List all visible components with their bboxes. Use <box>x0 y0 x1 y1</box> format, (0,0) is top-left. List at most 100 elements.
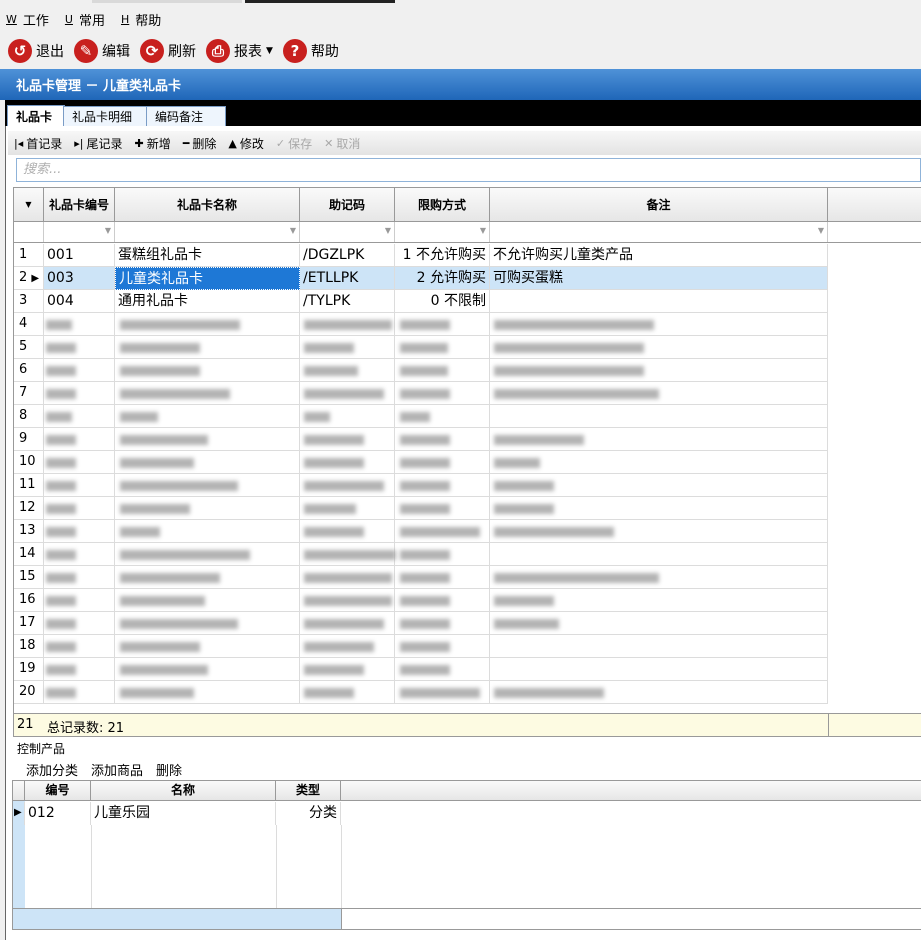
cell-obscured[interactable] <box>490 635 828 658</box>
filter-limit[interactable]: ▼ <box>395 222 490 242</box>
blur-mask <box>494 481 554 491</box>
edit-button[interactable]: ✎ 编辑 <box>74 39 130 63</box>
accel-key: U <box>64 12 73 26</box>
sub-header-name[interactable]: 名称 <box>91 781 276 801</box>
cell-limit[interactable]: 1 不允许购买 <box>395 244 490 267</box>
sub-grid-footer <box>13 908 921 929</box>
table-row-obscured[interactable]: 11 <box>14 474 921 497</box>
last-label: 尾记录 <box>86 136 123 151</box>
menu-help[interactable]: H 帮助 <box>121 10 161 29</box>
footer-count-number: 21 <box>17 717 34 732</box>
table-row-obscured[interactable]: 13 <box>14 520 921 543</box>
table-row-obscured[interactable]: 17 <box>14 612 921 635</box>
table-row-obscured[interactable]: 15 <box>14 566 921 589</box>
exit-button[interactable]: ↺ 退出 <box>8 39 64 63</box>
table-row[interactable]: 1 001 蛋糕组礼品卡 /DGZLPK 1 不允许购买 不允许购买儿童类产品 <box>14 244 921 267</box>
filter-note[interactable]: ▼ <box>490 222 828 242</box>
cell-obscured[interactable] <box>490 405 828 428</box>
table-row-obscured[interactable]: 5 <box>14 336 921 359</box>
table-row[interactable]: ▶ 012 儿童乐园 分类 <box>13 802 921 825</box>
report-button[interactable]: ⎙ 报表 ▼ <box>206 39 273 63</box>
table-row-obscured[interactable]: 14 <box>14 543 921 566</box>
blur-mask <box>494 435 584 445</box>
header-code[interactable]: 礼品卡编号 <box>44 188 115 222</box>
cell-mnemonic[interactable]: /TYLPK <box>300 290 395 313</box>
cell-name[interactable]: 蛋糕组礼品卡 <box>115 244 300 267</box>
modify-button[interactable]: ▲ 修改 <box>228 135 263 152</box>
filter-mnemonic[interactable]: ▼ <box>300 222 395 242</box>
add-product-button[interactable]: 添加商品 <box>91 760 143 779</box>
cell-note[interactable]: 可购买蛋糕 <box>490 267 828 290</box>
cell-limit[interactable]: 0 不限制 <box>395 290 490 313</box>
row-number: 13 <box>14 520 44 543</box>
filter-code[interactable]: ▼ <box>44 222 115 242</box>
header-limit[interactable]: 限购方式 <box>395 188 490 222</box>
table-row-obscured[interactable]: 16 <box>14 589 921 612</box>
cell-name-focused[interactable]: 儿童类礼品卡 <box>115 267 300 290</box>
table-row-obscured[interactable]: 20 <box>14 681 921 704</box>
blur-mask <box>400 481 450 491</box>
blur-mask <box>120 596 205 606</box>
refresh-button[interactable]: ⟳ 刷新 <box>140 39 196 63</box>
search-input[interactable]: 搜索... <box>16 158 921 182</box>
blur-mask <box>494 389 659 399</box>
table-row[interactable]: 3 004 通用礼品卡 /TYLPK 0 不限制 <box>14 290 921 313</box>
menu-work[interactable]: W 工作 <box>6 10 49 29</box>
tab-gift-card[interactable]: 礼品卡 <box>7 105 65 126</box>
table-row-obscured[interactable]: 19 <box>14 658 921 681</box>
menu-common[interactable]: U 常用 <box>65 10 105 29</box>
cell-obscured[interactable] <box>490 543 828 566</box>
table-row-obscured[interactable]: 7 <box>14 382 921 405</box>
help-button[interactable]: ? 帮助 <box>282 39 339 63</box>
sub-header-code[interactable]: 编号 <box>25 781 91 801</box>
table-row-obscured[interactable]: 4 <box>14 313 921 336</box>
add-category-button[interactable]: 添加分类 <box>26 760 78 779</box>
save-button[interactable]: ✓ 保存 <box>276 135 312 152</box>
cell-code[interactable]: 004 <box>44 290 115 313</box>
row-number: 4 <box>14 313 44 336</box>
sub-header-type[interactable]: 类型 <box>276 781 341 801</box>
blur-mask <box>494 343 644 353</box>
edit-label: 编辑 <box>102 44 130 60</box>
cell-code[interactable]: 003 <box>44 267 115 290</box>
cell-mnemonic[interactable]: /DGZLPK <box>300 244 395 267</box>
blur-mask <box>120 435 208 445</box>
table-row-selected[interactable]: 2 ▶ 003 儿童类礼品卡 /ETLLPK 2 允许购买 可购买蛋糕 <box>14 267 921 290</box>
cell-mnemonic[interactable]: /ETLLPK <box>300 267 395 290</box>
cell-note[interactable] <box>490 290 828 313</box>
row-number-text: 2 <box>19 270 28 285</box>
sub-delete-button[interactable]: 删除 <box>156 760 182 779</box>
blur-mask <box>46 458 76 468</box>
sub-cell-name[interactable]: 儿童乐园 <box>91 802 276 825</box>
header-note[interactable]: 备注 <box>490 188 828 222</box>
sub-cell-type[interactable]: 分类 <box>276 802 341 825</box>
filter-name[interactable]: ▼ <box>115 222 300 242</box>
first-record-button[interactable]: |◂ 首记录 <box>14 135 62 152</box>
cell-code[interactable]: 001 <box>44 244 115 267</box>
table-row-obscured[interactable]: 6 <box>14 359 921 382</box>
window-title: 礼品卡管理 － 儿童类礼品卡 <box>0 69 921 100</box>
header-name[interactable]: 礼品卡名称 <box>115 188 300 222</box>
cell-obscured[interactable] <box>490 451 828 474</box>
row-number: 9 <box>14 428 44 451</box>
cancel-button[interactable]: ✕ 取消 <box>324 135 360 152</box>
table-row-obscured[interactable]: 10 <box>14 451 921 474</box>
tab-code-notes[interactable]: 编码备注 <box>146 106 226 126</box>
cell-note[interactable]: 不允许购买儿童类产品 <box>490 244 828 267</box>
header-mnemonic[interactable]: 助记码 <box>300 188 395 222</box>
blur-mask <box>46 688 76 698</box>
cell-name[interactable]: 通用礼品卡 <box>115 290 300 313</box>
table-row-obscured[interactable]: 8 <box>14 405 921 428</box>
header-indicator[interactable]: ▼ <box>14 188 44 222</box>
table-row-obscured[interactable]: 18 <box>14 635 921 658</box>
delete-button[interactable]: ━ 删除 <box>183 135 217 152</box>
table-row-obscured[interactable]: 9 <box>14 428 921 451</box>
tab-gift-card-detail[interactable]: 礼品卡明细 <box>63 106 147 126</box>
cell-limit[interactable]: 2 允许购买 <box>395 267 490 290</box>
cell-obscured[interactable] <box>490 658 828 681</box>
table-row-obscured[interactable]: 12 <box>14 497 921 520</box>
add-button[interactable]: ✚ 新增 <box>135 135 171 152</box>
sub-cell-code[interactable]: 012 <box>25 802 91 825</box>
blur-mask <box>120 366 200 376</box>
last-record-button[interactable]: ▸| 尾记录 <box>74 135 122 152</box>
